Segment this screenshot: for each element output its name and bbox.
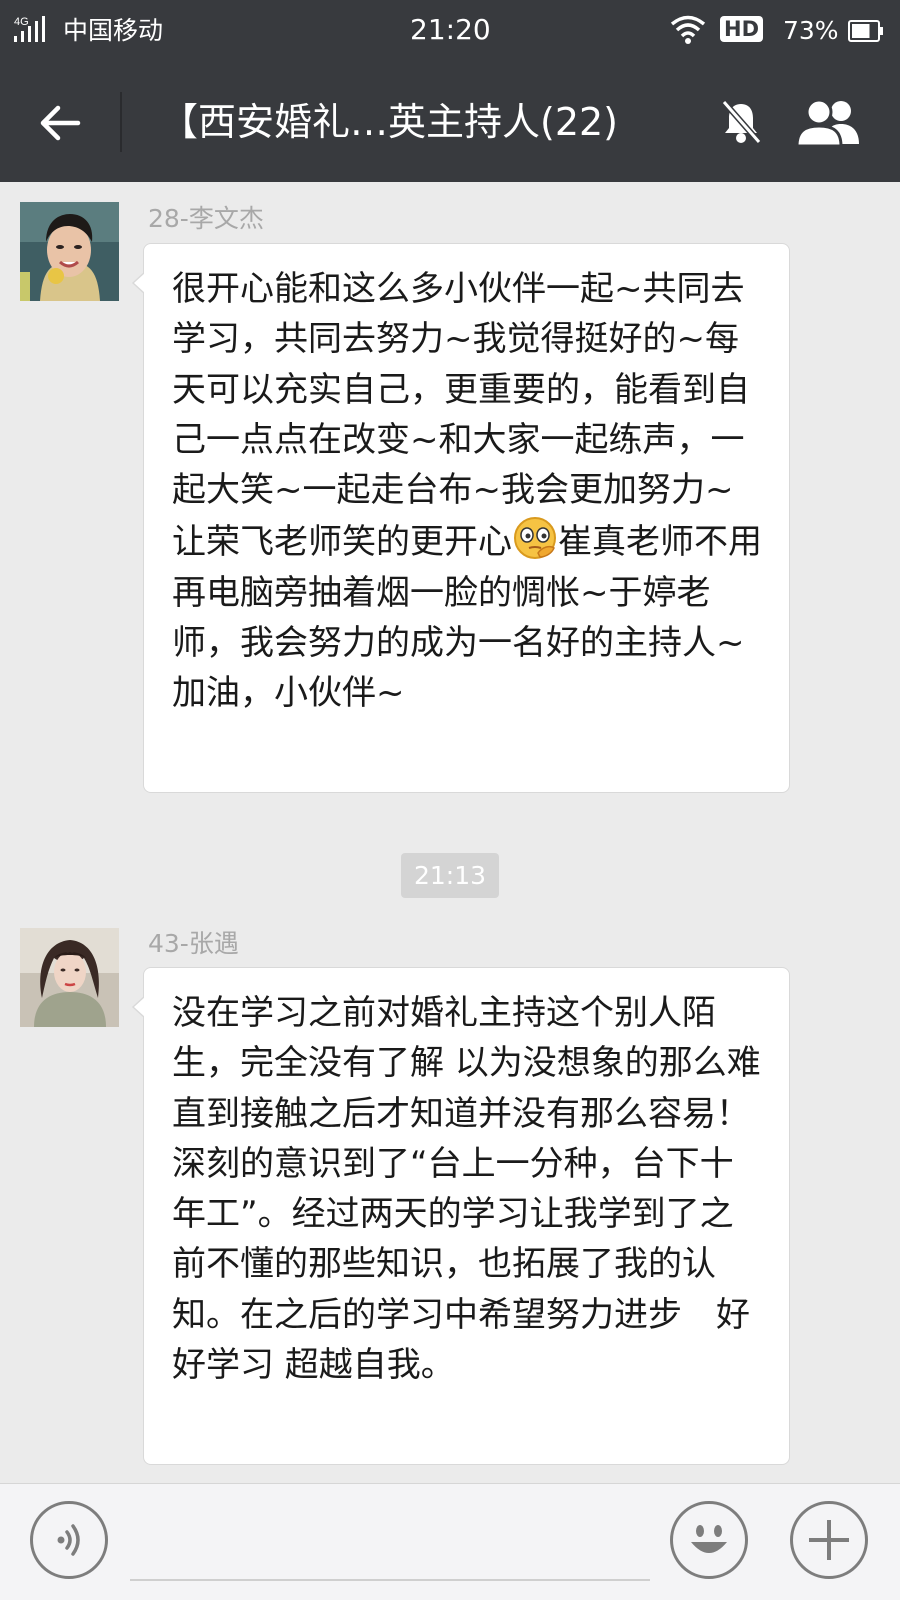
avatar-image: [20, 928, 119, 1027]
avatar[interactable]: [20, 202, 119, 301]
message-text: 很开心能和这么多小伙伴一起~共同去学习，共同去努力~我觉得挺好的~每天可以充实自…: [172, 269, 750, 563]
arrow-left-icon[interactable]: [34, 97, 86, 149]
group-icon[interactable]: [795, 98, 865, 148]
avatar[interactable]: [20, 928, 119, 1027]
message-input[interactable]: [130, 1579, 650, 1581]
status-bar: 4G 中国移动 21:20 HD 73%: [0, 0, 900, 62]
carrier-name: 中国移动: [63, 16, 164, 45]
avatar-image: [20, 202, 119, 301]
chat-header: 【西安婚礼…英主持人(22): [0, 62, 900, 182]
battery-fill: [852, 24, 870, 38]
time-separator: 21:13: [401, 853, 499, 898]
header-divider: [120, 92, 122, 152]
emoji-button[interactable]: [670, 1501, 748, 1579]
sender-name: 43-张遇: [148, 929, 239, 958]
smiley-icon: [691, 1525, 727, 1553]
message-text: 没在学习之前对婚礼主持这个别人陌生，完全没有了解 以为没想象的那么难 直到接触之…: [172, 993, 761, 1386]
message-bubble[interactable]: 没在学习之前对婚礼主持这个别人陌生，完全没有了解 以为没想象的那么难 直到接触之…: [132, 967, 790, 1465]
plus-button[interactable]: [790, 1501, 868, 1579]
battery-icon: [848, 20, 883, 42]
sender-name: 28-李文杰: [148, 204, 264, 233]
signal-icon: 4G: [14, 16, 45, 42]
input-bar: [0, 1483, 900, 1600]
thinking-face-emoji-icon: [514, 517, 556, 560]
message-bubble[interactable]: 很开心能和这么多小伙伴一起~共同去学习，共同去努力~我觉得挺好的~每天可以充实自…: [132, 243, 790, 793]
voice-button[interactable]: [30, 1501, 108, 1579]
wifi-icon: [670, 15, 706, 44]
network-type: 4G: [14, 16, 29, 28]
chat-title[interactable]: 【西安婚礼…英主持人(22): [160, 94, 680, 150]
battery-percent: 73%: [783, 16, 839, 45]
hd-badge: HD: [720, 16, 764, 42]
voice-icon: [57, 1524, 80, 1556]
clock: 21:20: [410, 13, 491, 46]
plus-icon: [809, 1520, 849, 1560]
bell-off-icon[interactable]: [718, 98, 764, 146]
